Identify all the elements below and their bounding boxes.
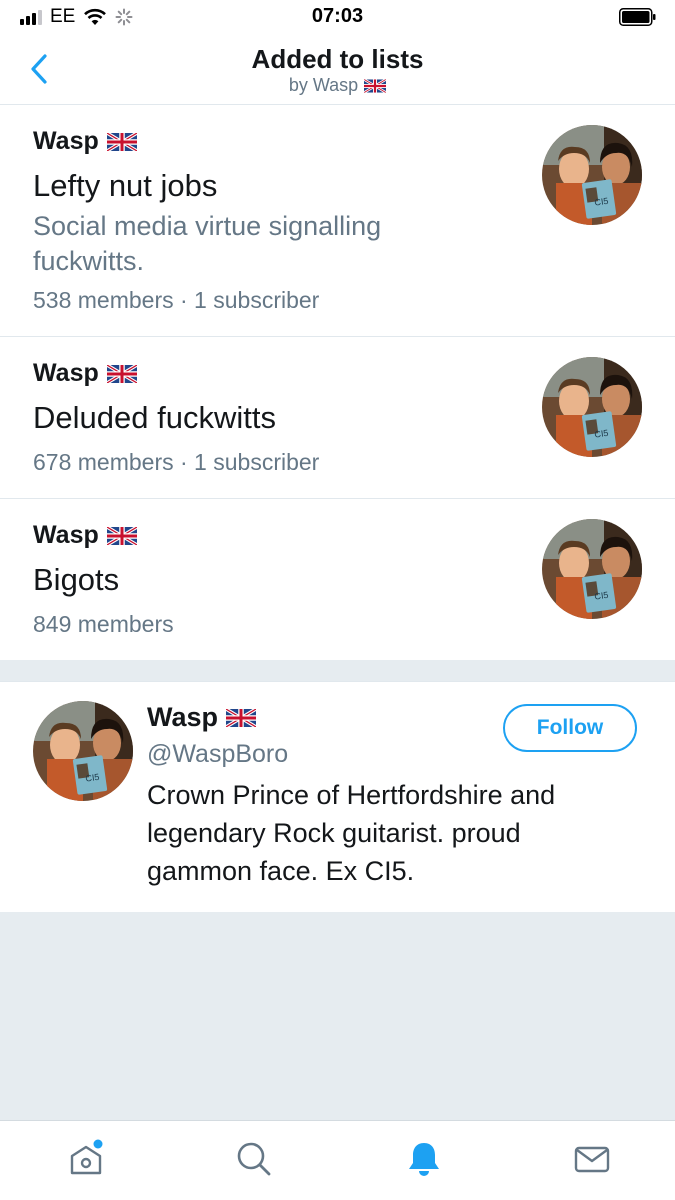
tab-home[interactable] [66,1139,106,1179]
uk-flag-icon [364,79,386,93]
tab-messages[interactable] [572,1139,612,1179]
list-name: Lefty nut jobs [33,168,218,203]
profile-bio: Crown Prince of Hertfordshire and legend… [147,780,556,886]
uk-flag-icon [107,527,137,545]
list-name: Bigots [33,562,120,597]
avatar-card-text: CI5 [85,772,100,784]
list-owner: Wasp [33,127,137,156]
avatar-image: CI5 [542,357,642,457]
battery-icon [619,8,656,26]
screen: EE 07:03 Added to lists by Wasp Wasp Lef… [0,0,675,1200]
avatar-image: CI5 [542,125,642,225]
uk-flag-icon [107,365,137,383]
follow-button[interactable]: Follow [503,704,637,752]
profile-card[interactable]: CI5 Wasp @WaspBoro Crown Prince of Hertf… [0,681,675,913]
notification-dot [93,1139,103,1149]
page-subtitle: by Wasp [0,75,675,96]
uk-flag-icon [107,133,137,151]
search-icon [237,1142,271,1176]
profile-name-text: Wasp [147,702,219,732]
list-owner-name: Wasp [33,521,99,549]
uk-flag-icon [226,709,256,727]
status-time: 07:03 [311,5,364,27]
list-member-count: 678 members · 1 subscriber [33,449,320,475]
nav-bar: Added to lists by Wasp [0,36,675,105]
avatar-card-text: CI5 [594,590,609,602]
tab-bar [0,1120,675,1200]
list-name: Deluded fuckwitts [33,400,276,435]
profile-avatar[interactable]: CI5 [33,701,133,801]
bell-icon [409,1143,439,1176]
section-separator [0,660,675,681]
profile-handle: @WaspBoro [147,740,289,768]
list-owner: Wasp [33,359,137,388]
avatar-image: CI5 [542,519,642,619]
mail-icon [574,1146,610,1173]
list-description: Social media virtue signalling fuckwitts… [33,211,382,276]
empty-area [0,912,675,1120]
list-avatar: CI5 [542,519,642,619]
list-owner: Wasp [33,521,137,550]
avatar-card-text: CI5 [594,196,609,208]
list-member-count: 538 members · 1 subscriber [33,287,320,313]
profile-name: Wasp [147,702,256,733]
home-icon [70,1139,103,1175]
list-member-count: 849 members [33,611,174,637]
list-item-lefty-nut-jobs[interactable]: Wasp Lefty nut jobs Social media virtue … [0,105,675,337]
status-bar: EE 07:03 [0,0,675,36]
list-owner-name: Wasp [33,359,99,387]
tab-search[interactable] [234,1139,274,1179]
avatar-card-text: CI5 [594,428,609,440]
page-title: Added to lists [251,44,424,74]
page-subtitle-text: by Wasp [288,75,359,95]
list-avatar: CI5 [542,125,642,225]
list-item-bigots[interactable]: Wasp Bigots 849 members CI5 [0,499,675,660]
list-owner-name: Wasp [33,127,99,155]
avatar-image: CI5 [33,701,133,801]
list-item-deluded-fuckwitts[interactable]: Wasp Deluded fuckwitts 678 members · 1 s… [0,337,675,499]
tab-notifications[interactable] [404,1139,444,1179]
list-avatar: CI5 [542,357,642,457]
